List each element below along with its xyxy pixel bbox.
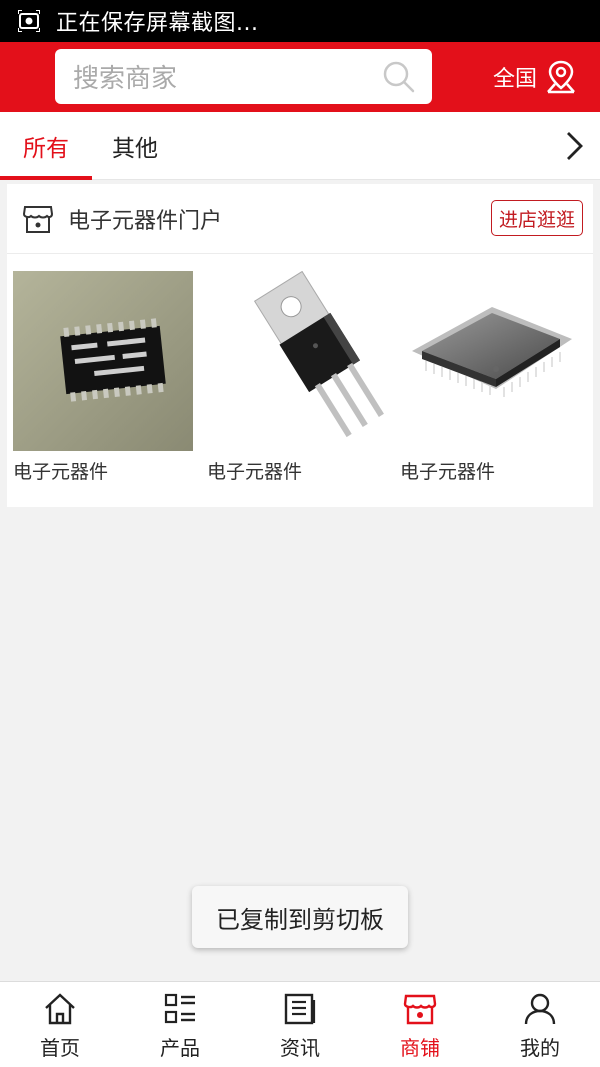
product-image-qfp-chip [400, 271, 580, 451]
nav-label: 首页 [40, 1036, 80, 1060]
status-bar: 正在保存屏幕截图... [0, 0, 600, 42]
visit-shop-button[interactable]: 进店逛逛 [490, 200, 583, 236]
search-input[interactable]: 搜索商家 [55, 49, 432, 104]
product-name: 电子元器件 [400, 461, 496, 483]
category-tabs: 所有 其他 [0, 112, 600, 180]
nav-item-home[interactable]: 首页 [0, 982, 120, 1067]
shop-name: 电子元器件门户 [68, 208, 223, 234]
product-item[interactable]: 电子元器件 [400, 271, 582, 484]
home-icon [45, 993, 75, 1025]
nav-item-products[interactable]: 产品 [120, 982, 240, 1067]
location-pin-icon [547, 60, 575, 94]
region-label: 全国 [493, 67, 538, 92]
nav-label: 产品 [160, 1036, 200, 1060]
shop-card: 电子元器件门户 进店逛逛 电子元器件 电子元器件 电子元器件 [7, 184, 593, 507]
tab-other[interactable]: 其他 [112, 112, 158, 180]
news-icon [284, 993, 316, 1025]
bottom-nav: 首页 产品 资讯 商铺 我的 [0, 981, 600, 1067]
nav-label: 资讯 [280, 1036, 320, 1060]
nav-item-news[interactable]: 资讯 [240, 982, 360, 1067]
tab-all[interactable]: 所有 [0, 112, 92, 180]
chevron-right-icon[interactable] [562, 130, 586, 162]
shop-header[interactable]: 电子元器件门户 进店逛逛 [7, 184, 593, 254]
product-item[interactable]: 电子元器件 [207, 271, 389, 484]
nav-item-mine[interactable]: 我的 [480, 982, 600, 1067]
search-placeholder: 搜索商家 [73, 64, 178, 94]
product-item[interactable]: 电子元器件 [13, 271, 195, 484]
status-text: 正在保存屏幕截图... [56, 11, 259, 36]
product-name: 电子元器件 [13, 461, 109, 483]
nav-label: 商铺 [400, 1036, 440, 1060]
search-icon[interactable] [382, 60, 416, 94]
grid-list-icon [164, 993, 195, 1024]
screenshot-icon [18, 10, 40, 32]
region-selector[interactable]: 全国 [493, 58, 577, 96]
product-image-transistor [207, 271, 387, 451]
store-icon [403, 994, 437, 1025]
user-icon [524, 993, 556, 1025]
product-list: 电子元器件 电子元器件 电子元器件 [7, 254, 593, 506]
nav-item-shops[interactable]: 商铺 [360, 982, 480, 1067]
header-bar: 搜索商家 全国 [0, 42, 600, 112]
product-image-soic-chip [13, 271, 193, 451]
toast-message: 已复制到剪切板 [192, 886, 408, 948]
store-icon [22, 205, 54, 233]
nav-label: 我的 [520, 1036, 560, 1060]
product-name: 电子元器件 [207, 461, 303, 483]
active-tab-indicator [0, 176, 92, 180]
